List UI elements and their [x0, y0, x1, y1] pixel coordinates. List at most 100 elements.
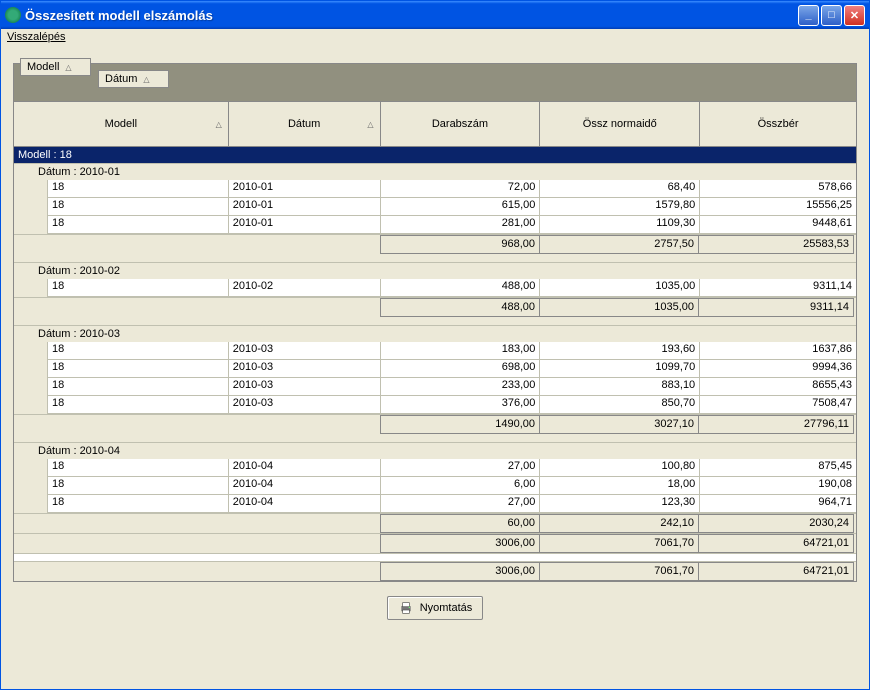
- indent-cell: [14, 279, 48, 297]
- cell-datum: 2010-01: [229, 198, 381, 216]
- cell-modell: 18: [48, 279, 229, 297]
- cell-time: 123,30: [540, 495, 700, 513]
- column-headers: Modell△ Dátum△ Darabszám Össz normaidő Ö…: [13, 101, 857, 146]
- menu-back[interactable]: Visszalépés: [7, 31, 66, 43]
- group-row-datum[interactable]: Dátum : 2010-02: [14, 262, 856, 279]
- cell-modell: 18: [48, 360, 229, 378]
- cell-time: 18,00: [540, 477, 700, 495]
- indent-cell: [14, 477, 48, 495]
- subtotal-wage: 9311,14: [698, 298, 854, 317]
- subtotal-time: 242,10: [539, 514, 699, 533]
- window-controls: _ □ ✕: [798, 5, 865, 26]
- subtotal-row: 488,001035,009311,14: [14, 297, 856, 317]
- table-row[interactable]: 182010-02488,001035,009311,14: [14, 279, 856, 297]
- table-row[interactable]: 182010-0427,00123,30964,71: [14, 495, 856, 513]
- subtotal-row: 1490,003027,1027796,11: [14, 414, 856, 434]
- cell-qty: 183,00: [381, 342, 541, 360]
- group-row-datum[interactable]: Dátum : 2010-03: [14, 325, 856, 342]
- header-datum[interactable]: Dátum△: [229, 102, 381, 146]
- header-ossznormaido[interactable]: Össz normaidő: [540, 102, 700, 146]
- menubar: Visszalépés: [1, 29, 869, 49]
- maximize-button[interactable]: □: [821, 5, 842, 26]
- group-chip-datum[interactable]: Dátum △: [98, 70, 169, 88]
- close-button[interactable]: ✕: [844, 5, 865, 26]
- indent-cell: [14, 198, 48, 216]
- cell-wage: 1637,86: [700, 342, 856, 360]
- cell-time: 1109,30: [540, 216, 700, 234]
- header-osszber[interactable]: Összbér: [700, 102, 856, 146]
- table-row[interactable]: 182010-01615,001579,8015556,25: [14, 198, 856, 216]
- indent-cell: [14, 378, 48, 396]
- app-window: Összesített modell elszámolás _ □ ✕ Viss…: [0, 0, 870, 690]
- cell-wage: 578,66: [700, 180, 856, 198]
- group-chip-label: Modell: [27, 61, 59, 73]
- minimize-button[interactable]: _: [798, 5, 819, 26]
- cell-time: 1579,80: [540, 198, 700, 216]
- printer-icon: [398, 600, 414, 616]
- group-chip-modell[interactable]: Modell △: [20, 58, 91, 76]
- cell-qty: 488,00: [381, 279, 541, 297]
- model-total-qty: 3006,00: [380, 534, 540, 553]
- cell-datum: 2010-04: [229, 477, 381, 495]
- indent-cell: [14, 342, 48, 360]
- spacer: [14, 553, 856, 561]
- cell-time: 100,80: [540, 459, 700, 477]
- model-total-time: 7061,70: [539, 534, 699, 553]
- header-modell[interactable]: Modell△: [14, 102, 229, 146]
- cell-wage: 964,71: [700, 495, 856, 513]
- print-button[interactable]: Nyomtatás: [387, 596, 484, 620]
- cell-modell: 18: [48, 180, 229, 198]
- table-row[interactable]: 182010-0172,0068,40578,66: [14, 180, 856, 198]
- cell-time: 883,10: [540, 378, 700, 396]
- cell-datum: 2010-03: [229, 360, 381, 378]
- grouping-panel: Modell △ Dátum △: [13, 63, 857, 101]
- group-chip-label: Dátum: [105, 73, 137, 85]
- cell-wage: 9448,61: [700, 216, 856, 234]
- grid-body: Modell : 18 Dátum : 2010-01182010-0172,0…: [13, 146, 857, 582]
- table-row[interactable]: 182010-03183,00193,601637,86: [14, 342, 856, 360]
- table-row[interactable]: 182010-046,0018,00190,08: [14, 477, 856, 495]
- cell-wage: 8655,43: [700, 378, 856, 396]
- table-row[interactable]: 182010-01281,001109,309448,61: [14, 216, 856, 234]
- table-row[interactable]: 182010-03233,00883,108655,43: [14, 378, 856, 396]
- cell-datum: 2010-04: [229, 459, 381, 477]
- cell-qty: 615,00: [381, 198, 541, 216]
- group-row-datum[interactable]: Dátum : 2010-01: [14, 163, 856, 180]
- spacer: [14, 434, 856, 442]
- cell-qty: 27,00: [381, 495, 541, 513]
- model-total-row: 3006,00 7061,70 64721,01: [14, 533, 856, 553]
- indent-cell: [14, 216, 48, 234]
- window-title: Összesített modell elszámolás: [25, 8, 798, 23]
- spacer: [14, 317, 856, 325]
- subtotal-qty: 488,00: [380, 298, 540, 317]
- cell-wage: 875,45: [700, 459, 856, 477]
- table-row[interactable]: 182010-03698,001099,709994,36: [14, 360, 856, 378]
- subtotal-wage: 27796,11: [698, 415, 854, 434]
- group-row-datum[interactable]: Dátum : 2010-04: [14, 442, 856, 459]
- header-darabszam[interactable]: Darabszám: [381, 102, 541, 146]
- cell-qty: 376,00: [381, 396, 541, 414]
- subtotal-row: 968,002757,5025583,53: [14, 234, 856, 254]
- cell-time: 68,40: [540, 180, 700, 198]
- table-row[interactable]: 182010-0427,00100,80875,45: [14, 459, 856, 477]
- cell-wage: 190,08: [700, 477, 856, 495]
- cell-datum: 2010-04: [229, 495, 381, 513]
- sort-asc-icon: △: [216, 120, 222, 129]
- cell-wage: 9994,36: [700, 360, 856, 378]
- sort-asc-icon: △: [65, 63, 71, 72]
- cell-modell: 18: [48, 459, 229, 477]
- cell-time: 193,60: [540, 342, 700, 360]
- model-total-wage: 64721,01: [698, 534, 854, 553]
- table-row[interactable]: 182010-03376,00850,707508,47: [14, 396, 856, 414]
- cell-time: 850,70: [540, 396, 700, 414]
- print-button-label: Nyomtatás: [420, 602, 473, 614]
- subtotal-row: 60,00242,102030,24: [14, 513, 856, 533]
- grand-total-row: 3006,00 7061,70 64721,01: [14, 561, 856, 581]
- cell-time: 1035,00: [540, 279, 700, 297]
- cell-modell: 18: [48, 198, 229, 216]
- app-icon: [5, 7, 21, 23]
- group-row-modell[interactable]: Modell : 18: [14, 147, 856, 163]
- cell-modell: 18: [48, 342, 229, 360]
- cell-qty: 233,00: [381, 378, 541, 396]
- cell-modell: 18: [48, 396, 229, 414]
